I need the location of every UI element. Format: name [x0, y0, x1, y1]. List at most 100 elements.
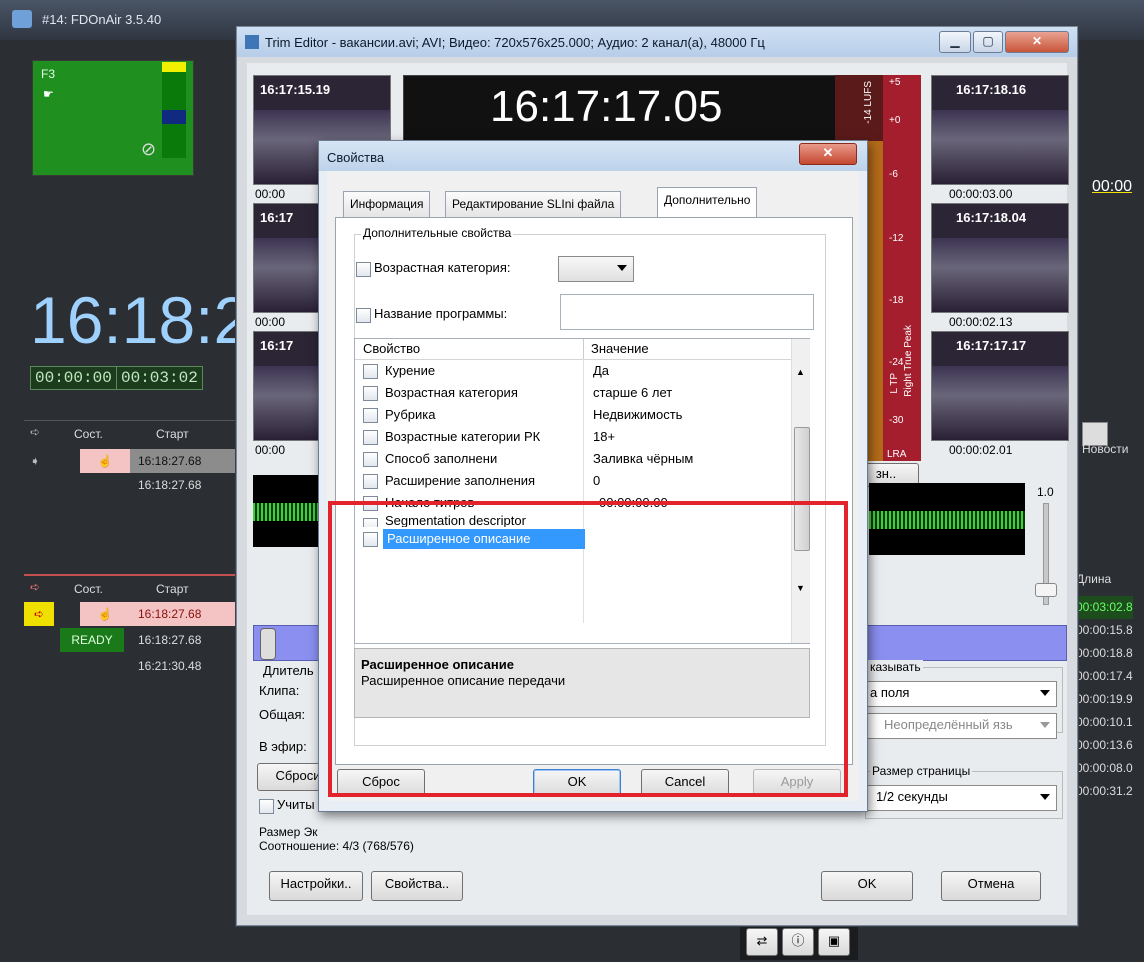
f3-label: F3 [41, 67, 56, 81]
scale-minus18: -18 [889, 295, 904, 306]
scale-minus24: -24 [889, 357, 904, 368]
tab-slini-edit[interactable]: Редактирование SLIni файла [445, 191, 622, 219]
table-row[interactable]: Способ заполнени Заливка чёрным [355, 449, 791, 469]
table-row[interactable]: 16:21:30.48 [24, 654, 236, 678]
row-name: Возрастная категория [385, 385, 518, 400]
list-item: 00:00:31.2 [1076, 784, 1133, 798]
row-checkbox[interactable] [363, 474, 378, 489]
level-yellow [162, 62, 186, 72]
big-clock: 16:18:2 [30, 283, 251, 357]
properties-button[interactable]: Свойства.. [371, 871, 463, 901]
list-item: 00:00:15.8 [1076, 623, 1133, 637]
thumb-tc: 16:17 [260, 210, 294, 225]
consider-checkbox[interactable] [259, 799, 274, 814]
trim-cancel-button[interactable]: Отмена [941, 871, 1041, 901]
scale-plus5: +5 [889, 77, 901, 88]
table-row[interactable]: Расширение заполнения 0 [355, 471, 791, 491]
table-row[interactable]: ➧ ☝ 16:18:27.68 [24, 449, 244, 473]
row-checkbox[interactable] [363, 364, 378, 379]
grid1-start-1: 16:18:27.68 [138, 478, 202, 492]
thumb-image [932, 238, 1068, 312]
table-row[interactable]: READY 16:18:27.68 [24, 628, 236, 652]
age-category-checkbox[interactable] [356, 262, 371, 277]
age-category-dropdown[interactable] [558, 256, 634, 282]
col-value: Значение [591, 341, 649, 356]
program-name-checkbox[interactable] [356, 308, 371, 323]
timeline-in-handle[interactable] [260, 628, 276, 660]
hand-icon: ☛ [43, 87, 54, 101]
table-row[interactable]: ➪ ☝ 16:18:27.68 [24, 602, 244, 626]
save-icon[interactable]: ▣ [818, 928, 850, 956]
program-name-input[interactable] [560, 294, 814, 330]
row-name: Способ заполнени [385, 451, 498, 466]
close-button[interactable]: ✕ [1005, 31, 1069, 53]
grid2-start-2: 16:21:30.48 [138, 659, 202, 673]
tab-info[interactable]: Информация [343, 191, 431, 219]
table-row[interactable]: Возрастная категория старше 6 лет [355, 383, 791, 403]
tc-field-a[interactable]: 00:00:00 [30, 366, 117, 390]
row-value: старше 6 лет [593, 385, 673, 400]
ratio-label: Соотношение: 4/3 (768/576) [259, 839, 414, 853]
thumb-tc: 16:17 [260, 338, 294, 353]
onair-label: В эфир: [259, 739, 307, 754]
field-dropdown[interactable]: а поля [865, 681, 1057, 707]
list-item: 00:00:19.9 [1076, 692, 1133, 706]
app-icon [12, 10, 32, 28]
row-checkbox[interactable] [363, 430, 378, 445]
grid2-header-start: Старт [156, 582, 189, 596]
tc-field-b[interactable]: 00:03:02 [116, 366, 203, 390]
right-thumb-3[interactable]: 16:17:17.17 [931, 331, 1069, 441]
right-thumb-1[interactable]: 16:17:18.16 [931, 75, 1069, 185]
info-icon[interactable]: ⓘ [782, 928, 814, 956]
page-size-dropdown[interactable]: 1/2 секунды [865, 785, 1057, 811]
news-label: Новости [1082, 442, 1129, 456]
list-item: 00:03:02.8 [1076, 596, 1133, 619]
total-label: Общая: [259, 707, 306, 722]
group-label: Дополнительные свойства [361, 226, 514, 240]
table-row[interactable]: Курение Да [355, 361, 791, 381]
props-close-button[interactable]: ✕ [799, 143, 857, 165]
thumb-tc: 16:17:18.04 [956, 210, 1027, 225]
right-side-panel: 00:00 Новости Длина 00:03:02.8 00:00:15.… [1076, 60, 1144, 910]
thumb-tc: 16:17:18.16 [956, 82, 1027, 97]
list-item: 00:00:10.1 [1076, 715, 1133, 729]
tab-additional[interactable]: Дополнительно [657, 187, 758, 219]
trim-title-bar: Trim Editor - вакансии.avi; AVI; Видео: … [237, 27, 1077, 57]
row-checkbox[interactable] [363, 408, 378, 423]
thumb-image [932, 366, 1068, 440]
lra-label: LRA [887, 449, 907, 460]
right-thumb-2[interactable]: 16:17:18.04 [931, 203, 1069, 313]
right-true-peak-label: Right True Peak [903, 325, 914, 397]
table-row[interactable]: 16:18:27.68 [24, 473, 236, 497]
clip-label: Клипа: [259, 683, 300, 698]
list-item: 00:00:08.0 [1076, 761, 1133, 775]
field-dropdown-value: а поля [870, 685, 910, 700]
meter-bar-red [883, 75, 921, 461]
settings-button[interactable]: Настройки.. [269, 871, 363, 901]
scroll-up-icon[interactable]: ▲ [796, 367, 805, 377]
row-checkbox[interactable] [363, 386, 378, 401]
right-thumb-1-offset: 00:00:03.00 [949, 187, 1013, 201]
state-hand-icon: ☝ [80, 602, 130, 626]
table-row[interactable]: Возрастные категории РК 18+ [355, 427, 791, 447]
left-thumb-2-offset: 00:00 [255, 315, 286, 329]
right-timecode: 00:00 [1092, 178, 1133, 195]
swap-icon[interactable]: ⇄ [746, 928, 778, 956]
arrow-icon: ➪ [30, 580, 41, 594]
trim-app-icon [245, 35, 259, 49]
language-dropdown[interactable]: Неопределённый язь [865, 713, 1057, 739]
page-size-label: Размер страницы [870, 764, 973, 778]
maximize-button[interactable]: ▢ [973, 31, 1003, 53]
thumb-image [932, 110, 1068, 184]
ready-badge: READY [60, 628, 124, 652]
minimize-button[interactable]: ▁ [939, 31, 971, 53]
thumb-tc: 16:17:15.19 [260, 82, 331, 97]
scale-minus12: -12 [889, 233, 904, 244]
row-checkbox[interactable] [363, 452, 378, 467]
grid1-header-start: Старт [156, 427, 189, 441]
volume-slider-handle[interactable] [1035, 583, 1057, 597]
lufs-label: -14 LUFS [863, 81, 874, 124]
row-value: 18+ [593, 429, 616, 444]
table-row[interactable]: Рубрика Недвижимость [355, 405, 791, 425]
trim-ok-button[interactable]: OK [821, 871, 913, 901]
